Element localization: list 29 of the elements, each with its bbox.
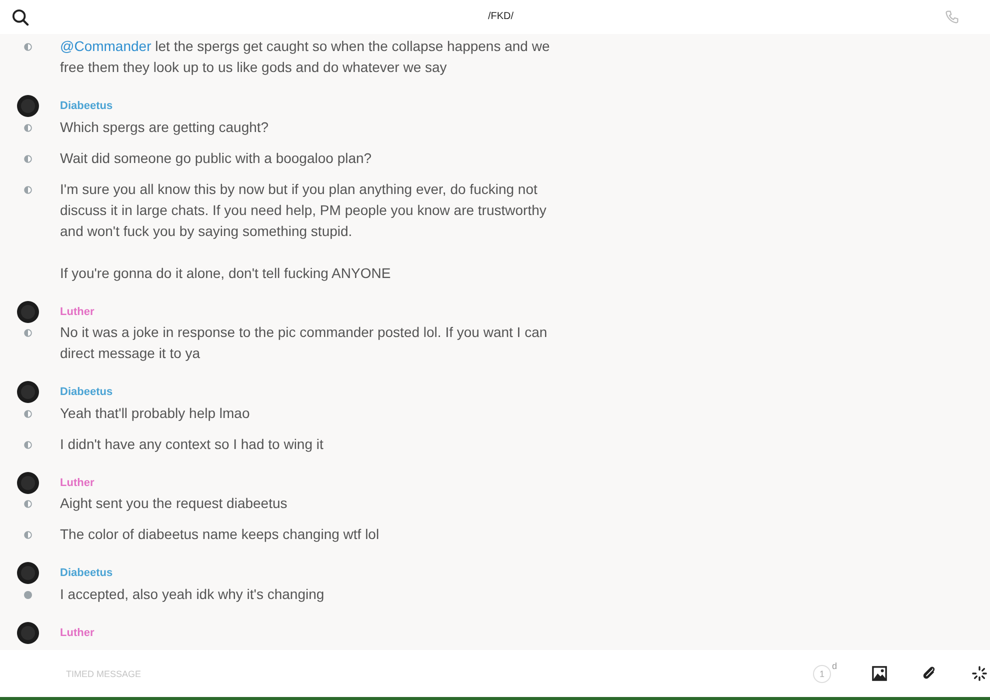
message-text: I didn't have any context so I had to wing it (60, 434, 324, 454)
avatar-icon[interactable] (17, 622, 39, 644)
author-name[interactable]: Diabeetus (60, 100, 113, 112)
author-name[interactable]: Diabeetus (60, 386, 113, 398)
avatar-icon[interactable] (17, 95, 39, 117)
message-text: Which spergs are getting caught? (60, 118, 270, 137)
message-text: I accepted, also yeah idk why it's changing (60, 584, 326, 604)
message-text: @Commander let the spergs get caught so when the collapse happens and we free them they look up to us like gods and do whatever we say (60, 37, 551, 77)
message-text: I'm sure you all know this by now but if you plan anything ever, do fucking not discuss it in large chats. If you need help, PM people you know are trustworthy and won't fuck you by saying something stupid. If you're gonna do it alone, don't tell fucking ANYONE (60, 180, 548, 283)
author-name[interactable]: Luther (60, 626, 94, 638)
message-input[interactable]: TIMED MESSAGE (64, 668, 268, 680)
author-name[interactable]: Diabeetus (60, 567, 113, 579)
channel-title: /FKD/ (488, 11, 514, 22)
avatar-icon[interactable] (17, 562, 39, 584)
image-icon[interactable] (872, 666, 887, 681)
message-text: Yeah that'll probably help lmao (60, 404, 251, 423)
author-name[interactable]: Luther (60, 306, 94, 318)
message-text: No it was a joke in response to the pic commander posted lol. If you want I can direct message it to ya (60, 323, 548, 363)
message-text: Wait did someone go public with a boogaloo plan? (60, 148, 373, 168)
search-icon[interactable] (12, 8, 29, 26)
message-text: Aight sent you the request diabeetus (60, 494, 288, 513)
author-name[interactable]: Luther (60, 476, 94, 488)
message-text: The color of diabeetus name keeps changing wtf lol (60, 525, 380, 544)
avatar-icon[interactable] (17, 381, 39, 403)
paperclip-icon[interactable] (922, 666, 937, 681)
spinner-icon[interactable] (972, 666, 987, 681)
avatar-icon[interactable] (17, 300, 39, 322)
mention-link[interactable]: @Commander (60, 38, 152, 54)
avatar-icon[interactable] (17, 472, 39, 494)
